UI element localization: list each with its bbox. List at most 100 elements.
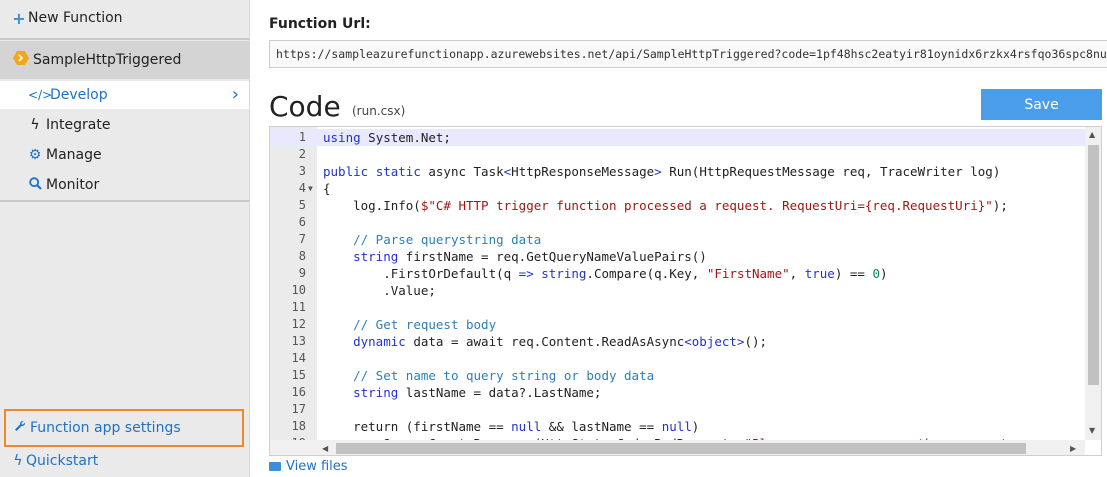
line-number: 5 (298, 198, 306, 212)
save-button[interactable]: Save (981, 89, 1102, 120)
code-line[interactable]: 5 log.Info($"C# HTTP trigger function pr… (270, 197, 1085, 214)
nav-label-manage: Manage (46, 147, 102, 163)
nav-label-integrate: Integrate (46, 117, 111, 133)
vertical-scrollbar[interactable]: ▲ ▼ (1085, 127, 1101, 440)
code-token: lastName = data?.LastName; (398, 385, 602, 400)
scroll-left-icon[interactable]: ◀ (322, 444, 328, 453)
code-token: (); (744, 334, 768, 349)
code-file-name: (run.csx) (352, 104, 406, 118)
quickstart-label: Quickstart (26, 453, 99, 469)
scroll-right-icon[interactable]: ▶ (1070, 444, 1076, 453)
code-text: .FirstOrDefault(q => string.Compare(q.Ke… (323, 265, 888, 282)
scroll-up-icon[interactable]: ▲ (1089, 130, 1095, 139)
code-line[interactable]: 3 public static async Task<HttpResponseMe… (270, 163, 1085, 180)
code-token: string (353, 249, 399, 264)
code-token: null (511, 419, 542, 434)
code-token: , (789, 266, 805, 281)
code-icon: </> (28, 88, 53, 102)
search-icon (28, 176, 42, 194)
line-number: 3 (298, 164, 306, 178)
folder-icon (269, 462, 281, 471)
code-line[interactable]: 1 using System.Net; (270, 129, 1085, 146)
code-token: HttpResponseMessage (511, 164, 655, 179)
code-line[interactable]: 13 dynamic data = await req.Content.Read… (270, 333, 1085, 350)
code-line[interactable]: 6 (270, 214, 1085, 231)
code-line[interactable]: 7 // Parse querystring data (270, 231, 1085, 248)
code-line[interactable]: 14 (270, 350, 1085, 367)
vertical-scroll-thumb[interactable] (1088, 145, 1099, 385)
code-token: ) (879, 266, 888, 281)
function-url-field[interactable]: https://sampleazurefunctionapp.azurewebs… (269, 40, 1107, 68)
quickstart-link[interactable]: ϟ Quickstart (0, 450, 249, 472)
line-number: 9 (298, 266, 306, 280)
function-url-label: Function Url: (269, 16, 371, 32)
code-text: // Get request body (323, 316, 496, 333)
new-function-label: New Function (28, 10, 123, 26)
new-function-button[interactable]: + New Function (0, 6, 249, 30)
code-text: // Set name to query string or body data (323, 367, 654, 384)
line-number: 13 (291, 334, 306, 348)
nav-item-integrate[interactable]: ϟ Integrate (0, 111, 249, 139)
line-number: 1 (298, 130, 306, 144)
code-token: // Parse querystring data (353, 232, 542, 247)
horizontal-scroll-thumb[interactable] (336, 443, 1026, 454)
code-token: public (323, 164, 369, 179)
code-token: data = await req.Content.ReadAsAsync (405, 334, 685, 349)
code-token: .Value; (323, 283, 436, 298)
code-line[interactable]: 4 ▼ { (270, 180, 1085, 197)
code-line[interactable]: 2 (270, 146, 1085, 163)
nav-item-manage[interactable]: ⚙ Manage (0, 141, 249, 169)
main-panel: Function Url: https://sampleazurefunctio… (250, 0, 1107, 477)
page-title: Code (269, 90, 341, 123)
code-line[interactable]: 17 (270, 401, 1085, 418)
code-text: { (323, 180, 331, 197)
function-icon (12, 51, 30, 69)
code-token: return (firstName == (323, 419, 512, 434)
fold-toggle-icon[interactable]: ▼ (308, 180, 313, 197)
view-files-link[interactable]: View files (269, 459, 348, 474)
line-number: 2 (298, 147, 306, 161)
code-token: Run(HttpRequestMessage req, TraceWriter … (661, 164, 1001, 179)
code-token: true (804, 266, 835, 281)
nav-item-develop[interactable]: </> Develop › (0, 81, 249, 109)
line-number: 15 (291, 368, 306, 382)
code-text: log.Info($"C# HTTP trigger function proc… (323, 197, 1008, 214)
code-text: public static async Task<HttpResponseMes… (323, 163, 1000, 180)
code-token: <object> (684, 334, 745, 349)
code-token: string (353, 385, 399, 400)
scroll-down-icon[interactable]: ▼ (1089, 426, 1095, 435)
line-number: 6 (298, 215, 306, 229)
code-line[interactable]: 11 (270, 299, 1085, 316)
code-token: .FirstOrDefault(q (323, 266, 519, 281)
code-line[interactable]: 9 .FirstOrDefault(q => string.Compare(q.… (270, 265, 1085, 282)
line-number: 18 (291, 419, 306, 433)
code-editor[interactable]: 1 using System.Net; 2 3 public static async … (269, 126, 1102, 456)
code-token: log.Info( (323, 198, 421, 213)
line-number: 4 (298, 181, 306, 195)
function-app-settings-link[interactable]: Function app settings (4, 409, 244, 447)
code-token: "FirstName" (706, 266, 790, 281)
function-item[interactable]: SampleHttpTriggered (0, 41, 249, 79)
code-line[interactable]: 8 string firstName = req.GetQueryNameVal… (270, 248, 1085, 265)
code-line[interactable]: 18 return (firstName == null && lastName… (270, 418, 1085, 435)
code-token: System.Net; (360, 130, 451, 145)
code-token: // Set name to query string or body data (353, 368, 655, 383)
code-token: using (323, 130, 361, 145)
code-line[interactable]: 16 string lastName = data?.LastName; (270, 384, 1085, 401)
code-line[interactable]: 15 // Set name to query string or body d… (270, 367, 1085, 384)
line-number: 16 (291, 385, 306, 399)
code-line[interactable]: 10 .Value; (270, 282, 1085, 299)
line-number: 7 (298, 232, 306, 246)
divider (0, 38, 249, 40)
line-number: 12 (291, 317, 306, 331)
lightning-icon: ϟ (30, 117, 40, 133)
code-line[interactable]: 12 // Get request body (270, 316, 1085, 333)
code-token: { (323, 181, 331, 196)
horizontal-scrollbar[interactable]: ◀ ▶ (270, 440, 1085, 455)
code-token: > (654, 164, 662, 179)
nav-item-monitor[interactable]: Monitor (0, 171, 249, 199)
